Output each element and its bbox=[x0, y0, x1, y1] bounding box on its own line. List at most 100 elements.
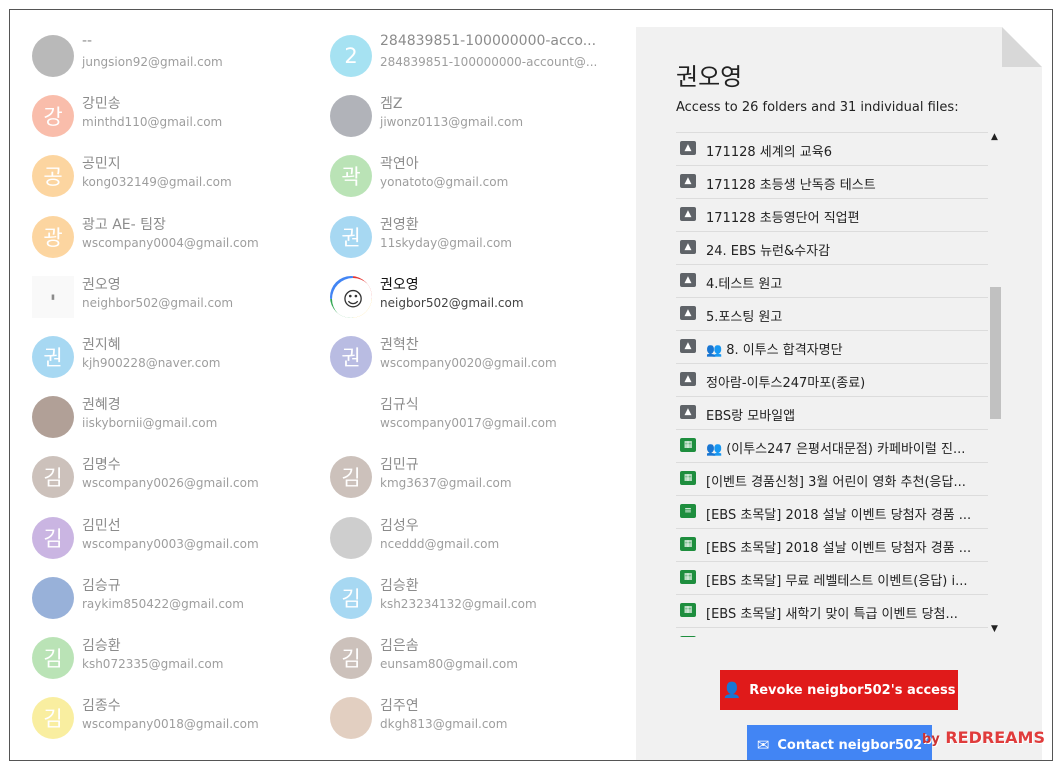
avatar: 김 bbox=[32, 697, 74, 740]
file-list-item[interactable]: ▲ EBS랑 모바일앱 bbox=[676, 396, 988, 429]
person-item[interactable]: 김주연 dkgh813@gmail.com bbox=[324, 693, 614, 745]
person-item[interactable]: 김 김민선 wscompany0003@gmail.com bbox=[26, 513, 316, 565]
avatar: 김 bbox=[32, 637, 74, 679]
person-email: 11skyday@gmail.com bbox=[380, 235, 512, 250]
person-item[interactable]: 김규식 wscompany0017@gmail.com bbox=[324, 392, 614, 444]
access-panel: 권오영 Access to 26 folders and 31 individu… bbox=[636, 27, 1042, 760]
avatar: 강 bbox=[32, 95, 74, 138]
scroll-thumb[interactable] bbox=[990, 287, 1001, 419]
person-email: kmg3637@gmail.com bbox=[380, 476, 512, 491]
person-item[interactable]: 김성우 nceddd@gmail.com bbox=[324, 513, 614, 565]
person-name: 권혜경 bbox=[82, 397, 121, 414]
person-item[interactable]: 권혜경 iiskybornii@gmail.com bbox=[26, 392, 316, 444]
person-email: wscompany0018@gmail.com bbox=[82, 717, 259, 732]
person-email: wscompany0003@gmail.com bbox=[82, 536, 259, 551]
avatar bbox=[32, 576, 74, 619]
person-item[interactable]: 김승규 raykim850422@gmail.com bbox=[26, 573, 316, 625]
person-item[interactable]: ▮ 권오영 neighbor502@gmail.com bbox=[26, 272, 316, 324]
person-email: iiskybornii@gmail.com bbox=[82, 416, 218, 431]
person-item[interactable]: 겜Z jiwonz0113@gmail.com bbox=[324, 91, 614, 143]
person-item[interactable]: 공 공민지 kong032149@gmail.com bbox=[26, 151, 316, 203]
file-list-item[interactable]: ▲ 정아람-이투스247마포(종료) bbox=[676, 363, 988, 396]
revoke-access-button[interactable]: 👤 Revoke neigbor502's access bbox=[720, 670, 958, 710]
file-name: 171128 세계의 교육6 bbox=[706, 145, 832, 160]
scroll-up-arrow-icon[interactable]: ▲ bbox=[991, 132, 998, 142]
person-email: minthd110@gmail.com bbox=[82, 115, 223, 130]
shared-folder-icon: ▲ bbox=[680, 306, 696, 320]
person-email: yonatoto@gmail.com bbox=[380, 175, 509, 190]
avatar bbox=[330, 95, 372, 138]
file-list-item[interactable]: ▦ [이벤트 경품신청] 3월 어린이 영화 추천(응답... bbox=[676, 462, 988, 495]
person-item[interactable]: 김 김종수 wscompany0018@gmail.com bbox=[26, 693, 316, 745]
file-list-item[interactable]: ▦ 👥 (이투스247 은평서대문점) 카페바이럴 진... bbox=[676, 429, 988, 462]
avatar: 공 bbox=[32, 155, 74, 198]
person-name: 김승환 bbox=[380, 577, 419, 594]
person-item[interactable]: 2 284839851-100000000-acco... 284839851-10… bbox=[324, 31, 614, 83]
file-list[interactable]: ▲ 171128 세계의 교육6 ▲ 171128 초등생 난독증 테스트 ▲ 17112… bbox=[676, 132, 988, 637]
avatar bbox=[32, 396, 74, 439]
person-email: ksh23234132@gmail.com bbox=[380, 596, 537, 611]
person-name: 김종수 bbox=[82, 698, 121, 715]
person-item[interactable]: 권 권지혜 kjh900228@naver.com bbox=[26, 332, 316, 384]
people-list: -- jungsion92@gmail.com 2 284839851-1000000… bbox=[10, 10, 630, 760]
file-name: [이벤트 경품신청] 3월 어린이 영화 추천(응답... bbox=[706, 475, 966, 490]
file-list-scrollbar[interactable]: ▲ ▼ bbox=[988, 132, 1002, 637]
person-email: ksh072335@gmail.com bbox=[82, 657, 224, 671]
file-list-item[interactable]: ▲ 171128 초등생 난독증 테스트 bbox=[676, 165, 988, 198]
person-item[interactable]: 김 김명수 wscompany0026@gmail.com bbox=[26, 452, 316, 504]
avatar: ▮ bbox=[32, 275, 74, 318]
file-name: 👥 8. 이투스 합격자명단 bbox=[706, 343, 843, 358]
contact-button[interactable]: ✉ Contact neigbor502 bbox=[747, 725, 932, 760]
file-list-item[interactable]: ▦ [EBS 초목달] 무료 레벨테스트 이벤트(응답) i... bbox=[676, 561, 988, 594]
file-list-item[interactable]: ▦ [EBS 초목달] 2018 설날 이벤트 당첨자 경품 ... bbox=[676, 528, 988, 561]
file-list-item[interactable]: ▲ 171128 초등영단어 직업편 bbox=[676, 198, 988, 231]
avatar bbox=[330, 697, 372, 740]
avatar: 권 bbox=[32, 336, 74, 378]
person-name: 곽연아 bbox=[380, 156, 419, 173]
person-item[interactable]: 권 권혁찬 wscompany0020@gmail.com bbox=[324, 332, 614, 384]
mail-icon: ✉ bbox=[756, 736, 770, 754]
page-fold-corner bbox=[1002, 27, 1042, 67]
file-list-item[interactable]: ▲ 👥 8. 이투스 합격자명단 bbox=[676, 330, 988, 363]
person-item[interactable]: 김 김승환 ksh072335@gmail.com bbox=[26, 633, 316, 685]
file-name: [EBS 초목달] 2018 설날 이벤트 당첨자 경품 ... bbox=[706, 541, 972, 556]
file-list-item[interactable]: ▦ bbox=[676, 627, 988, 637]
file-name: 5.포스팅 원고 bbox=[706, 310, 783, 325]
person-item[interactable]: 곽 곽연아 yonatoto@gmail.com bbox=[324, 151, 614, 203]
avatar: ☺ bbox=[330, 275, 372, 318]
avatar: 곽 bbox=[330, 155, 372, 198]
shared-folder-icon: ▲ bbox=[680, 240, 696, 254]
shared-folder-icon: ▲ bbox=[680, 174, 696, 188]
file-name: EBS랑 모바일앱 bbox=[706, 409, 796, 424]
avatar: 김 bbox=[32, 516, 74, 559]
person-name: 김주연 bbox=[380, 698, 419, 715]
file-list-item[interactable]: ▲ 4.테스트 원고 bbox=[676, 264, 988, 297]
file-name: 24. EBS 뉴런&수자감 bbox=[706, 244, 831, 259]
file-name: 4.테스트 원고 bbox=[706, 277, 783, 292]
shared-folder-icon: ▲ bbox=[680, 405, 696, 419]
person-name: 김승규 bbox=[82, 577, 121, 594]
file-name: 정아람-이투스247마포(종료) bbox=[706, 376, 866, 391]
person-item[interactable]: 권 권영환 11skyday@gmail.com bbox=[324, 212, 614, 264]
revoke-access-label: Revoke neigbor502's access bbox=[749, 682, 956, 698]
file-name: 171128 초등영단어 직업편 bbox=[706, 211, 860, 226]
person-item[interactable]: 김 김승환 ksh23234132@gmail.com bbox=[324, 573, 614, 625]
file-name: [EBS 초목달] 2018 설날 이벤트 당첨자 경품 ... bbox=[706, 508, 972, 523]
file-list-item[interactable]: ▲ 5.포스팅 원고 bbox=[676, 297, 988, 330]
file-list-item[interactable]: ≡ [EBS 초목달] 2018 설날 이벤트 당첨자 경품 ... bbox=[676, 495, 988, 528]
file-list-item[interactable]: ▲ 24. EBS 뉴런&수자감 bbox=[676, 231, 988, 264]
spreadsheet-icon: ▦ bbox=[680, 570, 696, 584]
file-list-item[interactable]: ▦ [EBS 초목달] 새학기 맞이 특급 이벤트 당첨... bbox=[676, 594, 988, 627]
scroll-down-arrow-icon[interactable]: ▼ bbox=[991, 624, 998, 634]
person-item[interactable]: 김 김민규 kmg3637@gmail.com bbox=[324, 452, 614, 504]
spreadsheet-icon: ▦ bbox=[680, 471, 696, 485]
person-item[interactable]: 김 김은솜 eunsam80@gmail.com bbox=[324, 633, 614, 685]
file-list-item[interactable]: ▲ 171128 세계의 교육6 bbox=[676, 132, 988, 165]
person-item[interactable]: 강 강민송 minthd110@gmail.com bbox=[26, 91, 316, 143]
person-item[interactable]: 광 광고 AE- 팀장 wscompany0004@gmail.com bbox=[26, 212, 316, 264]
avatar bbox=[330, 516, 372, 559]
person-item[interactable]: ☺ 권오영 neigbor502@gmail.com bbox=[324, 272, 614, 324]
avatar-face-icon: ☺ bbox=[332, 277, 372, 318]
app-frame: -- jungsion92@gmail.com 2 284839851-1000000… bbox=[9, 9, 1053, 761]
person-item[interactable]: -- jungsion92@gmail.com bbox=[26, 31, 316, 83]
